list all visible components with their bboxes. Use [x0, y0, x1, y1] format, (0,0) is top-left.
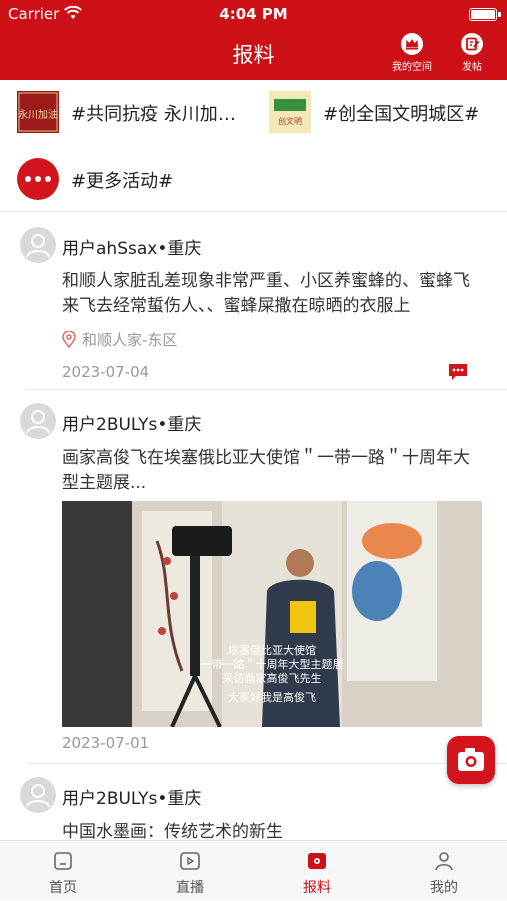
- tab-profile[interactable]: 我的: [381, 841, 507, 901]
- avatar[interactable]: [20, 777, 56, 813]
- post-content[interactable]: 画家高俊飞在埃塞俄比亚大使馆＂一带一路＂十周年大型主题展...: [62, 446, 482, 496]
- video-subtitle: 采访画家高俊飞先生: [223, 671, 322, 685]
- topic-section: 永川加油 #共同抗疫 永川加油# 创文明 #创全国文明城区# #更多活动#: [0, 80, 507, 212]
- tab-label: 首页: [49, 880, 77, 896]
- tab-report[interactable]: 报料: [254, 841, 380, 901]
- home-icon: [54, 852, 72, 870]
- post-username[interactable]: 用户2BULYs•重庆: [62, 784, 201, 809]
- report-icon: [308, 853, 326, 869]
- video-subtitle: 一带一路＂十周年大型主题展: [201, 657, 344, 671]
- post-date: 2023-07-01: [62, 734, 150, 752]
- post-location: 和顺人家-东区: [82, 331, 178, 349]
- topic-thumbnail-caption: 创文明: [278, 116, 302, 126]
- tab-home[interactable]: 首页: [0, 841, 126, 901]
- more-icon: [17, 158, 59, 200]
- topic-item[interactable]: 永川加油 #共同抗疫 永川加油#: [17, 91, 247, 133]
- user-silhouette-icon: [26, 410, 50, 434]
- avatar[interactable]: [20, 227, 56, 263]
- post-username[interactable]: 用户2BULYs•重庆: [62, 410, 201, 435]
- post-feed[interactable]: 用户ahSsax•重庆 和顺人家脏乱差现象非常严重、小区养蜜蜂的、蜜蜂飞来飞去经…: [0, 213, 507, 840]
- camera-icon: [458, 748, 484, 771]
- post-content[interactable]: 和顺人家脏乱差现象非常严重、小区养蜜蜂的、蜜蜂飞来飞去经常蜇伤人、、蜜蜂屎撒在晾…: [62, 269, 482, 319]
- topic-thumbnail-caption: 永川加油: [18, 108, 58, 121]
- video-thumbnail: 埃塞俄比亚大使馆 一带一路＂十周年大型主题展 采访画家高俊飞先生 大家好我是高俊…: [62, 501, 482, 727]
- topic-item[interactable]: 创文明 #创全国文明城区#: [269, 91, 499, 133]
- divider: [26, 389, 507, 390]
- comment-icon[interactable]: [448, 363, 468, 381]
- topic-label: #创全国文明城区#: [323, 104, 480, 125]
- post-username[interactable]: 用户ahSsax•重庆: [62, 234, 201, 259]
- user-icon: [435, 852, 453, 871]
- avatar[interactable]: [20, 403, 56, 439]
- tab-label: 报料: [303, 880, 331, 896]
- play-icon: [180, 852, 200, 870]
- location-pin-icon: [62, 331, 76, 348]
- my-space-button[interactable]: 我的空间: [384, 32, 440, 76]
- post-button[interactable]: 发帖: [444, 32, 500, 76]
- tab-label: 直播: [176, 880, 204, 896]
- topic-label: #更多活动#: [71, 171, 174, 192]
- video-subtitle: 大家好我是高俊飞: [228, 690, 316, 704]
- topic-item[interactable]: #更多活动#: [17, 158, 217, 200]
- post-video[interactable]: 埃塞俄比亚大使馆 一带一路＂十周年大型主题展 采访画家高俊飞先生 大家好我是高俊…: [62, 501, 482, 727]
- clock: 4:04 PM: [219, 5, 288, 23]
- post-content[interactable]: 中国水墨画：传统艺术的新生: [62, 820, 482, 840]
- divider: [26, 763, 507, 764]
- edit-icon: [461, 33, 483, 55]
- topic-thumbnail: 创文明: [269, 91, 311, 133]
- camera-button[interactable]: [447, 736, 495, 784]
- user-silhouette-icon: [26, 784, 50, 808]
- tab-bar: 首页 直播 报料 我的: [0, 840, 507, 900]
- crown-icon: [401, 33, 423, 55]
- battery-icon: [469, 8, 497, 21]
- post-date: 2023-07-04: [62, 363, 150, 381]
- status-bar: Carrier 4:04 PM: [0, 0, 507, 28]
- user-silhouette-icon: [26, 234, 50, 258]
- tab-live[interactable]: 直播: [127, 841, 253, 901]
- topic-label: #共同抗疫 永川加油#: [71, 104, 247, 125]
- topic-thumbnail: 永川加油: [17, 91, 59, 133]
- battery-tip: [498, 12, 501, 17]
- nav-bar: 报料 我的空间 发帖: [0, 28, 507, 80]
- post-label: 发帖: [462, 62, 482, 73]
- video-subtitle: 埃塞俄比亚大使馆: [228, 643, 316, 657]
- my-space-label: 我的空间: [392, 62, 432, 73]
- tab-label: 我的: [430, 880, 458, 896]
